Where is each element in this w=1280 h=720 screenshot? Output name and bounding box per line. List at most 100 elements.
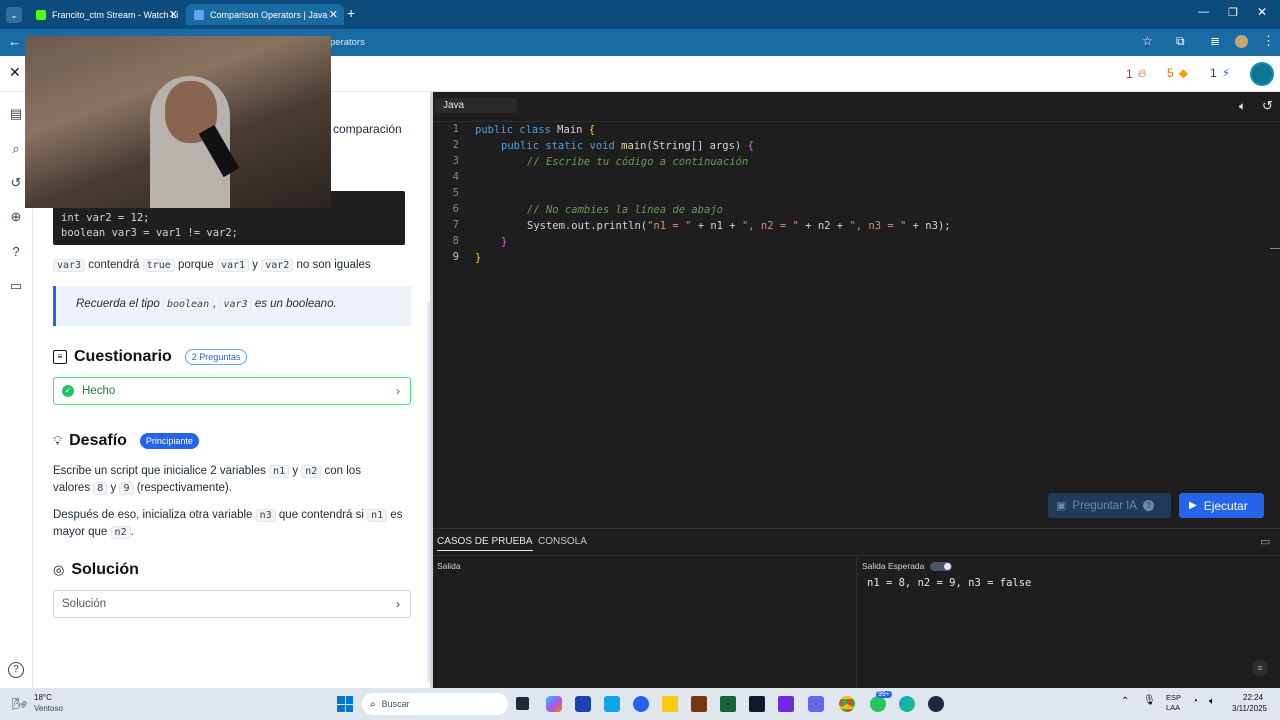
close-window-button[interactable]: ✕ bbox=[1257, 5, 1267, 19]
tab-list-button[interactable]: ⌄ bbox=[6, 7, 22, 23]
media-icon[interactable]: ≣ bbox=[1210, 34, 1220, 48]
start-button[interactable] bbox=[337, 696, 353, 712]
volume-icon[interactable]: 🔈︎ bbox=[1209, 696, 1215, 707]
clock-time[interactable]: 22:24 bbox=[1243, 693, 1263, 702]
maximize-button[interactable]: ❐ bbox=[1228, 6, 1238, 19]
history-icon[interactable]: ↺ bbox=[8, 175, 24, 191]
new-tab-button[interactable]: + bbox=[347, 5, 355, 21]
explanation-text: var3 contendrá true porque var1 y var2 n… bbox=[53, 259, 371, 272]
wifi-icon[interactable]: ◔ bbox=[1192, 696, 1198, 707]
bookmark-star-icon[interactable]: ☆ bbox=[1142, 34, 1153, 48]
language-line-2[interactable]: LAA bbox=[1166, 703, 1180, 712]
expected-toggle[interactable] bbox=[930, 561, 953, 571]
weather-icon[interactable]: 🌬︎ bbox=[12, 697, 27, 711]
target-icon: ◎ bbox=[53, 562, 65, 577]
solution-button[interactable]: Solución › bbox=[53, 590, 411, 618]
app-icon[interactable] bbox=[691, 696, 707, 712]
energy-counter[interactable]: 1 ⚡︎ bbox=[1210, 66, 1230, 80]
tab-java[interactable]: Comparison Operators | Java ✕ bbox=[186, 4, 344, 25]
inline-code: n1 bbox=[269, 465, 290, 478]
gems-counter[interactable]: 5 ◆ bbox=[1167, 66, 1188, 80]
streak-counter[interactable]: 1 🔥︎ bbox=[1126, 66, 1147, 81]
menu-lines-icon[interactable]: ≡ bbox=[1252, 660, 1268, 676]
weather-temp: 18°C bbox=[34, 693, 52, 702]
back-button[interactable]: ← bbox=[8, 34, 21, 49]
address-field[interactable]: perators bbox=[330, 33, 1150, 52]
mic-tray-icon[interactable]: 🎙︎ bbox=[1143, 695, 1156, 706]
file-explorer-icon[interactable] bbox=[662, 696, 678, 712]
string: "n1 = " bbox=[647, 220, 692, 232]
document-icon[interactable]: ▤ bbox=[8, 106, 24, 122]
close-icon[interactable]: ✕ bbox=[329, 8, 338, 21]
code-line: int var2 = 12; bbox=[61, 212, 150, 224]
keyword: public class bbox=[475, 124, 551, 136]
code-text: + n1 + bbox=[691, 220, 742, 232]
inline-code: n1 bbox=[367, 509, 388, 522]
code-line-7: System.out.println("n1 = " + n1 + ", n2 … bbox=[527, 218, 951, 234]
help-icon[interactable]: ? bbox=[8, 662, 24, 678]
run-button[interactable]: ▶ Ejecutar bbox=[1179, 493, 1264, 518]
text: porque bbox=[177, 259, 214, 271]
site-icon bbox=[194, 9, 204, 20]
profile-avatar[interactable] bbox=[1235, 35, 1248, 48]
menu-icon[interactable]: ⋮ bbox=[1262, 33, 1275, 49]
reset-icon[interactable]: ↺ bbox=[1262, 98, 1273, 114]
string: ", n3 = " bbox=[849, 220, 907, 232]
close-icon[interactable]: ✕ bbox=[169, 8, 178, 21]
minecraft-icon[interactable] bbox=[720, 696, 736, 712]
edge-icon[interactable] bbox=[899, 696, 915, 712]
obs-icon[interactable] bbox=[928, 696, 944, 712]
vscode-icon[interactable] bbox=[604, 696, 620, 712]
sound-icon[interactable]: 🔈︎ bbox=[1239, 99, 1246, 114]
line-number: 2 bbox=[452, 139, 459, 151]
ask-ai-button[interactable]: ▣ Preguntar IA ? bbox=[1048, 493, 1171, 518]
minimize-button[interactable]: — bbox=[1198, 6, 1209, 18]
chrome-icon[interactable] bbox=[839, 696, 855, 712]
text: no son iguales bbox=[296, 259, 371, 271]
taskbar-search[interactable]: ⌕ Buscar bbox=[362, 693, 508, 715]
copilot-icon[interactable] bbox=[546, 696, 562, 712]
text: Escribe un script que inicialice 2 varia… bbox=[53, 465, 266, 477]
panel-toggle-icon[interactable]: ▭ bbox=[1260, 535, 1270, 548]
results-panel: CASOS DE PRUEBA CONSOLA ▭ Salida Salida … bbox=[433, 528, 1280, 689]
tray-chevron-icon[interactable]: ⌃ bbox=[1121, 696, 1129, 707]
teams-icon[interactable] bbox=[808, 696, 824, 712]
diamond-icon: ◆ bbox=[1178, 66, 1188, 80]
help-circle-icon[interactable]: ? bbox=[8, 244, 24, 260]
user-avatar[interactable] bbox=[1250, 62, 1274, 86]
tab-stream[interactable]: Francito_ctm Stream - Watch Li ✕ bbox=[28, 4, 184, 25]
expected-output-header: Salida Esperada bbox=[862, 561, 953, 571]
quiz-status-button[interactable]: ✓ Hecho › bbox=[53, 377, 411, 405]
visual-studio-icon[interactable] bbox=[778, 696, 794, 712]
challenge-paragraph-1: Escribe un script que inicialice 2 varia… bbox=[53, 463, 398, 497]
search-doc-icon[interactable]: ⌕ bbox=[8, 141, 24, 157]
store-icon[interactable] bbox=[575, 696, 591, 712]
code-editor[interactable]: Java 🔈︎ ↺ 1 2 3 4 5 6 7 8 9 public class… bbox=[433, 92, 1280, 528]
code-text: + n2 + bbox=[798, 220, 850, 232]
zoom-app-icon[interactable] bbox=[633, 696, 649, 712]
clock-date[interactable]: 3/11/2025 bbox=[1232, 704, 1267, 713]
comment-icon[interactable]: ▭ bbox=[8, 278, 24, 294]
language-tab[interactable]: Java bbox=[435, 98, 517, 113]
play-icon: ▶ bbox=[1189, 500, 1197, 511]
gems-value: 5 bbox=[1167, 66, 1174, 80]
inline-code: n2 bbox=[301, 465, 322, 478]
output-divider bbox=[856, 556, 857, 689]
close-lesson-icon[interactable]: ✕ bbox=[9, 64, 21, 81]
whatsapp-icon[interactable] bbox=[870, 696, 886, 712]
language-line-1[interactable]: ESP bbox=[1166, 693, 1181, 702]
tab-title: Francito_ctm Stream - Watch Li bbox=[52, 9, 179, 20]
tab-console[interactable]: CONSOLA bbox=[538, 536, 587, 547]
tab-test-cases[interactable]: CASOS DE PRUEBA bbox=[437, 536, 533, 551]
task-view-icon[interactable] bbox=[516, 697, 529, 710]
challenge-header: 💡︎ Desafío Principiante bbox=[53, 432, 199, 450]
zoom-icon[interactable]: ⊕ bbox=[8, 209, 24, 225]
code-line-3: // Escribe tu código a continuación bbox=[527, 156, 749, 168]
solution-button-label: Solución bbox=[62, 598, 107, 610]
inline-code: 9 bbox=[119, 482, 134, 495]
intellij-icon[interactable] bbox=[749, 696, 765, 712]
challenge-paragraph-2: Después de eso, inicializa otra variable… bbox=[53, 507, 405, 541]
extensions-icon[interactable]: ⧉ bbox=[1176, 34, 1185, 49]
text: contendrá bbox=[88, 259, 140, 271]
quiz-status-text: Hecho bbox=[82, 385, 116, 397]
